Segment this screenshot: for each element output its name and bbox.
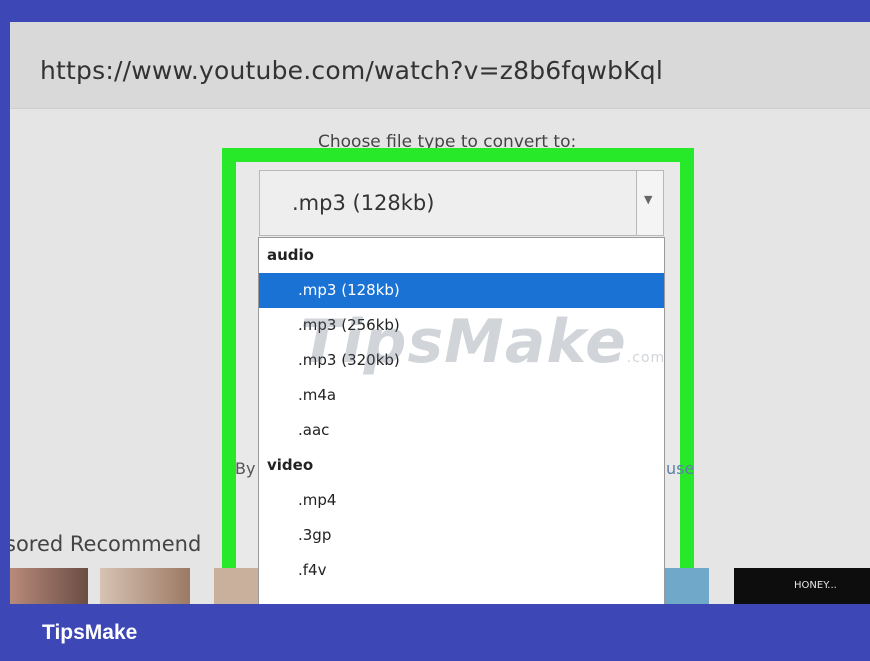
recommendation-thumbnail[interactable] bbox=[665, 568, 709, 604]
sponsored-heading: sored Recommend bbox=[10, 532, 202, 556]
option-m4a[interactable]: .m4a bbox=[259, 378, 664, 413]
address-bar[interactable]: https://www.youtube.com/watch?v=z8b6fqwb… bbox=[10, 22, 870, 109]
file-type-dropdown[interactable]: audio .mp3 (128kb) .mp3 (256kb) .mp3 (32… bbox=[258, 237, 665, 604]
option-group-video: video bbox=[267, 456, 314, 474]
browser-screen: https://www.youtube.com/watch?v=z8b6fqwb… bbox=[10, 22, 870, 604]
option-group-audio: audio bbox=[267, 246, 314, 264]
recommendation-thumbnail[interactable] bbox=[214, 568, 258, 604]
recommendation-thumbnail[interactable] bbox=[100, 568, 190, 604]
brand-logo: TipsMake bbox=[42, 621, 138, 644]
recommendation-thumbnail[interactable] bbox=[10, 568, 88, 604]
side-text-left: By bbox=[235, 459, 256, 478]
option-aac[interactable]: .aac bbox=[259, 413, 664, 448]
side-text-right[interactable]: use bbox=[666, 459, 694, 478]
option-f4v[interactable]: .f4v bbox=[259, 553, 664, 588]
dropdown-arrow[interactable]: ▼ bbox=[636, 171, 663, 235]
option-mp4[interactable]: .mp4 bbox=[259, 483, 664, 518]
file-type-select[interactable]: .mp3 (128kb) ▼ bbox=[259, 170, 664, 236]
chevron-down-icon: ▼ bbox=[644, 193, 653, 206]
thumbnail-caption: HONEY... bbox=[794, 580, 837, 591]
url-text[interactable]: https://www.youtube.com/watch?v=z8b6fqwb… bbox=[40, 56, 663, 85]
option-mp3-128[interactable]: .mp3 (128kb) bbox=[259, 273, 664, 308]
option-mp3-256[interactable]: .mp3 (256kb) bbox=[259, 308, 664, 343]
recommendation-thumbnail[interactable]: HONEY... bbox=[734, 568, 870, 604]
option-3gp[interactable]: .3gp bbox=[259, 518, 664, 553]
option-mp3-320[interactable]: .mp3 (320kb) bbox=[259, 343, 664, 378]
brand-bar: TipsMake bbox=[0, 604, 870, 661]
selected-file-type: .mp3 (128kb) bbox=[292, 191, 435, 215]
